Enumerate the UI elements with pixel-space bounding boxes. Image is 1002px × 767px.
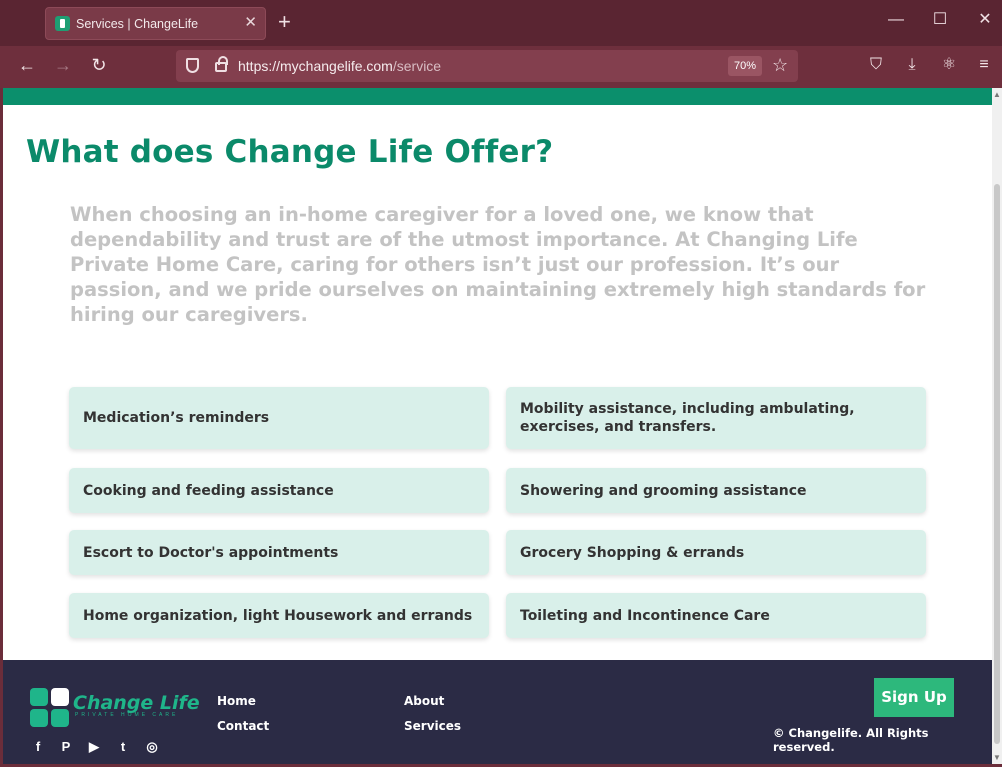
service-card: Cooking and feeding assistance (69, 468, 489, 513)
youtube-icon[interactable]: ▶ (86, 739, 102, 755)
tab-strip: Services | ChangeLife ✕ + — ☐ ✕ (0, 0, 1002, 46)
service-card: Medication’s reminders (69, 387, 489, 449)
lock-icon[interactable] (215, 56, 228, 72)
service-card: Grocery Shopping & errands (506, 530, 926, 575)
favicon-icon (55, 16, 70, 31)
site-footer: Change Life PRIVATE HOME CARE Home Conta… (3, 660, 992, 764)
reload-icon[interactable]: ↻ (87, 56, 111, 74)
scrollbar[interactable]: ▲ ▼ (992, 88, 1002, 764)
service-card: Escort to Doctor's appointments (69, 530, 489, 575)
close-window-icon[interactable]: ✕ (975, 12, 995, 28)
tab-services[interactable]: Services | ChangeLife ✕ (45, 7, 266, 40)
download-icon[interactable]: ⤓ (902, 57, 922, 73)
zoom-badge[interactable]: 70% (728, 56, 762, 76)
page-title: What does Change Life Offer? (26, 134, 554, 170)
instagram-icon[interactable]: ◎ (144, 739, 160, 755)
service-card: Mobility assistance, including ambulatin… (506, 387, 926, 449)
url-path: /service (392, 58, 442, 74)
service-card: Showering and grooming assistance (506, 468, 926, 513)
tab-title: Services | ChangeLife (76, 17, 199, 31)
intro-paragraph: When choosing an in-home caregiver for a… (70, 203, 926, 326)
browser-window: Services | ChangeLife ✕ + — ☐ ✕ ← → ↻ ht… (0, 0, 1002, 767)
close-tab-icon[interactable]: ✕ (244, 15, 257, 30)
navigation-bar: ← → ↻ https://mychangelife.com/service 7… (0, 46, 1002, 88)
scroll-up-icon[interactable]: ▲ (993, 90, 1001, 99)
scroll-down-icon[interactable]: ▼ (993, 753, 1001, 762)
maximize-icon[interactable]: ☐ (930, 12, 950, 28)
url-host: https://mychangelife.com (238, 58, 393, 74)
sign-up-button[interactable]: Sign Up (874, 678, 954, 717)
logo-text[interactable]: Change Life (73, 692, 200, 714)
minimize-icon[interactable]: — (886, 12, 906, 28)
service-card: Home organization, light Housework and e… (69, 593, 489, 638)
footer-link-contact[interactable]: Contact (217, 719, 269, 733)
footer-link-home[interactable]: Home (217, 694, 256, 708)
forward-arrow-icon[interactable]: → (51, 56, 75, 74)
twitter-icon[interactable]: t (115, 739, 131, 755)
page-viewport: What does Change Life Offer? When choosi… (3, 88, 992, 764)
address-bar[interactable]: https://mychangelife.com/service 70% ☆ (176, 50, 798, 82)
back-arrow-icon[interactable]: ← (15, 56, 39, 74)
pinterest-icon[interactable]: P (58, 739, 74, 755)
footer-link-services[interactable]: Services (404, 719, 461, 733)
header-strip (3, 88, 992, 105)
facebook-icon[interactable]: f (30, 739, 46, 755)
menu-icon[interactable]: ≡ (974, 57, 994, 73)
copyright-text: © Changelife. All Rights reserved. (773, 726, 929, 754)
logo-icon[interactable] (30, 688, 70, 728)
service-card: Toileting and Incontinence Care (506, 593, 926, 638)
star-icon[interactable]: ☆ (772, 55, 788, 76)
extension-icon[interactable]: ⚛ (939, 57, 959, 73)
url-text[interactable]: https://mychangelife.com/service (238, 58, 441, 74)
shield-icon[interactable] (186, 58, 199, 73)
logo-subtitle: PRIVATE HOME CARE (75, 712, 179, 718)
scroll-thumb[interactable] (994, 184, 1000, 744)
pocket-icon[interactable]: ⛉ (866, 57, 886, 73)
footer-link-about[interactable]: About (404, 694, 444, 708)
new-tab-icon[interactable]: + (278, 11, 291, 33)
